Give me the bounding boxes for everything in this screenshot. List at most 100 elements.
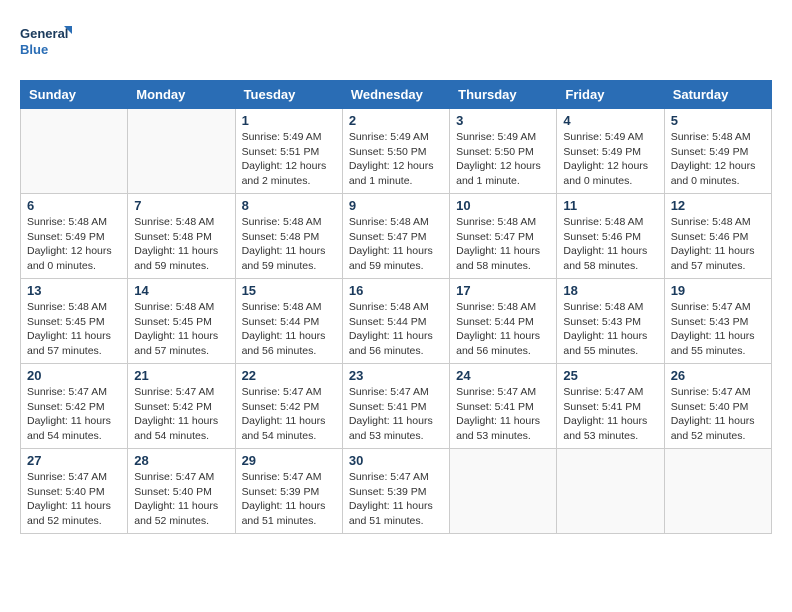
- day-info: Sunrise: 5:48 AM Sunset: 5:44 PM Dayligh…: [349, 300, 443, 359]
- day-number: 17: [456, 283, 550, 298]
- svg-text:General: General: [20, 26, 68, 41]
- weekday-header: Monday: [128, 81, 235, 109]
- day-number: 28: [134, 453, 228, 468]
- calendar-cell: 1 Sunrise: 5:49 AM Sunset: 5:51 PM Daylig…: [235, 109, 342, 194]
- calendar-week-row: 1 Sunrise: 5:49 AM Sunset: 5:51 PM Daylig…: [21, 109, 772, 194]
- day-info: Sunrise: 5:48 AM Sunset: 5:45 PM Dayligh…: [27, 300, 121, 359]
- calendar-cell: 24Sunrise: 5:47 AM Sunset: 5:41 PM Dayli…: [450, 364, 557, 449]
- calendar-table: SundayMondayTuesdayWednesdayThursdayFrid…: [20, 80, 772, 534]
- day-info: Sunrise: 5:48 AM Sunset: 5:47 PM Dayligh…: [349, 215, 443, 274]
- day-number: 1: [242, 113, 336, 128]
- calendar-week-row: 6 Sunrise: 5:48 AM Sunset: 5:49 PM Daylig…: [21, 194, 772, 279]
- calendar-cell: 12 Sunrise: 5:48 AM Sunset: 5:46 PM Dayli…: [664, 194, 771, 279]
- weekday-header: Saturday: [664, 81, 771, 109]
- calendar-cell: [664, 449, 771, 534]
- calendar-cell: 14 Sunrise: 5:48 AM Sunset: 5:45 PM Dayli…: [128, 279, 235, 364]
- calendar-cell: 11 Sunrise: 5:48 AM Sunset: 5:46 PM Dayli…: [557, 194, 664, 279]
- day-info: Sunrise: 5:47 AM Sunset: 5:39 PM Dayligh…: [349, 470, 443, 529]
- day-info: Sunrise: 5:47 AM Sunset: 5:42 PM Dayligh…: [27, 385, 121, 444]
- page-header: General Blue: [20, 20, 772, 64]
- calendar-cell: 29Sunrise: 5:47 AM Sunset: 5:39 PM Dayli…: [235, 449, 342, 534]
- calendar-cell: 5 Sunrise: 5:48 AM Sunset: 5:49 PM Daylig…: [664, 109, 771, 194]
- day-number: 21: [134, 368, 228, 383]
- day-info: Sunrise: 5:48 AM Sunset: 5:44 PM Dayligh…: [456, 300, 550, 359]
- day-info: Sunrise: 5:49 AM Sunset: 5:50 PM Dayligh…: [456, 130, 550, 189]
- day-number: 19: [671, 283, 765, 298]
- day-info: Sunrise: 5:47 AM Sunset: 5:43 PM Dayligh…: [671, 300, 765, 359]
- day-number: 20: [27, 368, 121, 383]
- day-number: 25: [563, 368, 657, 383]
- day-number: 23: [349, 368, 443, 383]
- day-info: Sunrise: 5:49 AM Sunset: 5:51 PM Dayligh…: [242, 130, 336, 189]
- calendar-header-row: SundayMondayTuesdayWednesdayThursdayFrid…: [21, 81, 772, 109]
- calendar-cell: 3Sunrise: 5:49 AM Sunset: 5:50 PM Daylig…: [450, 109, 557, 194]
- day-info: Sunrise: 5:47 AM Sunset: 5:42 PM Dayligh…: [242, 385, 336, 444]
- day-info: Sunrise: 5:47 AM Sunset: 5:41 PM Dayligh…: [563, 385, 657, 444]
- day-info: Sunrise: 5:48 AM Sunset: 5:43 PM Dayligh…: [563, 300, 657, 359]
- day-number: 22: [242, 368, 336, 383]
- day-number: 30: [349, 453, 443, 468]
- day-number: 16: [349, 283, 443, 298]
- day-number: 15: [242, 283, 336, 298]
- calendar-cell: 6 Sunrise: 5:48 AM Sunset: 5:49 PM Daylig…: [21, 194, 128, 279]
- calendar-cell: 23 Sunrise: 5:47 AM Sunset: 5:41 PM Dayli…: [342, 364, 449, 449]
- day-info: Sunrise: 5:47 AM Sunset: 5:40 PM Dayligh…: [134, 470, 228, 529]
- day-number: 26: [671, 368, 765, 383]
- day-number: 7: [134, 198, 228, 213]
- day-info: Sunrise: 5:48 AM Sunset: 5:44 PM Dayligh…: [242, 300, 336, 359]
- calendar-week-row: 13 Sunrise: 5:48 AM Sunset: 5:45 PM Dayli…: [21, 279, 772, 364]
- day-number: 11: [563, 198, 657, 213]
- day-number: 10: [456, 198, 550, 213]
- calendar-cell: 2 Sunrise: 5:49 AM Sunset: 5:50 PM Daylig…: [342, 109, 449, 194]
- day-number: 27: [27, 453, 121, 468]
- day-number: 6: [27, 198, 121, 213]
- day-number: 2: [349, 113, 443, 128]
- calendar-cell: 18 Sunrise: 5:48 AM Sunset: 5:43 PM Dayli…: [557, 279, 664, 364]
- day-number: 13: [27, 283, 121, 298]
- day-info: Sunrise: 5:48 AM Sunset: 5:46 PM Dayligh…: [671, 215, 765, 274]
- weekday-header: Wednesday: [342, 81, 449, 109]
- calendar-cell: 19 Sunrise: 5:47 AM Sunset: 5:43 PM Dayli…: [664, 279, 771, 364]
- calendar-cell: 28 Sunrise: 5:47 AM Sunset: 5:40 PM Dayli…: [128, 449, 235, 534]
- day-info: Sunrise: 5:48 AM Sunset: 5:48 PM Dayligh…: [242, 215, 336, 274]
- calendar-week-row: 27 Sunrise: 5:47 AM Sunset: 5:40 PM Dayli…: [21, 449, 772, 534]
- day-info: Sunrise: 5:48 AM Sunset: 5:46 PM Dayligh…: [563, 215, 657, 274]
- weekday-header: Friday: [557, 81, 664, 109]
- logo-icon: General Blue: [20, 20, 72, 64]
- day-number: 18: [563, 283, 657, 298]
- logo: General Blue: [20, 20, 72, 64]
- calendar-cell: 20 Sunrise: 5:47 AM Sunset: 5:42 PM Dayli…: [21, 364, 128, 449]
- calendar-cell: [21, 109, 128, 194]
- day-number: 29: [242, 453, 336, 468]
- calendar-cell: [450, 449, 557, 534]
- calendar-cell: 16 Sunrise: 5:48 AM Sunset: 5:44 PM Dayli…: [342, 279, 449, 364]
- day-info: Sunrise: 5:49 AM Sunset: 5:50 PM Dayligh…: [349, 130, 443, 189]
- day-info: Sunrise: 5:48 AM Sunset: 5:45 PM Dayligh…: [134, 300, 228, 359]
- day-number: 8: [242, 198, 336, 213]
- day-info: Sunrise: 5:48 AM Sunset: 5:47 PM Dayligh…: [456, 215, 550, 274]
- day-number: 5: [671, 113, 765, 128]
- calendar-cell: 22 Sunrise: 5:47 AM Sunset: 5:42 PM Dayli…: [235, 364, 342, 449]
- day-number: 12: [671, 198, 765, 213]
- calendar-cell: 13 Sunrise: 5:48 AM Sunset: 5:45 PM Dayli…: [21, 279, 128, 364]
- day-info: Sunrise: 5:47 AM Sunset: 5:41 PM Dayligh…: [349, 385, 443, 444]
- calendar-cell: 4 Sunrise: 5:49 AM Sunset: 5:49 PM Daylig…: [557, 109, 664, 194]
- calendar-cell: 10 Sunrise: 5:48 AM Sunset: 5:47 PM Dayli…: [450, 194, 557, 279]
- day-info: Sunrise: 5:48 AM Sunset: 5:49 PM Dayligh…: [671, 130, 765, 189]
- calendar-cell: 17 Sunrise: 5:48 AM Sunset: 5:44 PM Dayli…: [450, 279, 557, 364]
- day-number: 4: [563, 113, 657, 128]
- day-number: 24: [456, 368, 550, 383]
- day-number: 14: [134, 283, 228, 298]
- weekday-header: Sunday: [21, 81, 128, 109]
- calendar-cell: 8 Sunrise: 5:48 AM Sunset: 5:48 PM Daylig…: [235, 194, 342, 279]
- calendar-cell: 7Sunrise: 5:48 AM Sunset: 5:48 PM Daylig…: [128, 194, 235, 279]
- day-info: Sunrise: 5:49 AM Sunset: 5:49 PM Dayligh…: [563, 130, 657, 189]
- calendar-cell: 9Sunrise: 5:48 AM Sunset: 5:47 PM Daylig…: [342, 194, 449, 279]
- calendar-cell: 26 Sunrise: 5:47 AM Sunset: 5:40 PM Dayli…: [664, 364, 771, 449]
- calendar-cell: 21Sunrise: 5:47 AM Sunset: 5:42 PM Dayli…: [128, 364, 235, 449]
- day-info: Sunrise: 5:47 AM Sunset: 5:40 PM Dayligh…: [27, 470, 121, 529]
- calendar-cell: 30 Sunrise: 5:47 AM Sunset: 5:39 PM Dayli…: [342, 449, 449, 534]
- calendar-cell: [128, 109, 235, 194]
- day-info: Sunrise: 5:48 AM Sunset: 5:49 PM Dayligh…: [27, 215, 121, 274]
- day-info: Sunrise: 5:47 AM Sunset: 5:40 PM Dayligh…: [671, 385, 765, 444]
